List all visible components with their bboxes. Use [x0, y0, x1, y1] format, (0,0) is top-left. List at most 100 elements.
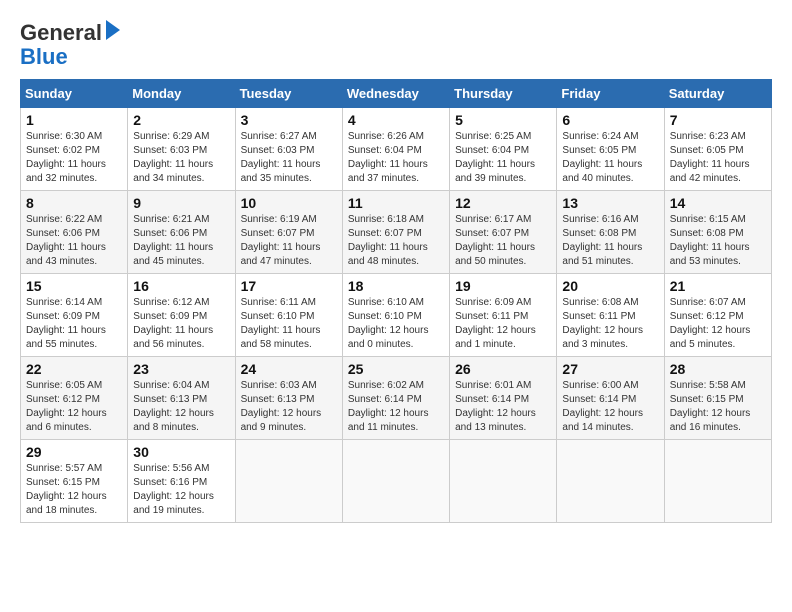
- day-number: 3: [241, 112, 337, 128]
- header-day: Monday: [128, 80, 235, 108]
- logo: General Blue: [20, 20, 120, 69]
- calendar-cell: 1 Sunrise: 6:30 AM Sunset: 6:02 PM Daylig…: [21, 108, 128, 191]
- day-number: 10: [241, 195, 337, 211]
- calendar-cell: 2 Sunrise: 6:29 AM Sunset: 6:03 PM Daylig…: [128, 108, 235, 191]
- calendar-cell: 26Sunrise: 6:01 AM Sunset: 6:14 PM Dayli…: [450, 357, 557, 440]
- day-info: Sunrise: 6:14 AM Sunset: 6:09 PM Dayligh…: [26, 296, 122, 352]
- day-info: Sunrise: 6:21 AM Sunset: 6:06 PM Dayligh…: [133, 213, 229, 269]
- calendar-cell: 24 Sunrise: 6:03 AM Sunset: 6:13 PM Dayli…: [235, 357, 342, 440]
- day-info: Sunrise: 6:17 AM Sunset: 6:07 PM Dayligh…: [455, 213, 551, 269]
- day-number: 12: [455, 195, 551, 211]
- day-number: 1: [26, 112, 122, 128]
- calendar-cell: 15 Sunrise: 6:14 AM Sunset: 6:09 PM Dayli…: [21, 274, 128, 357]
- day-number: 4: [348, 112, 444, 128]
- day-info: Sunrise: 6:09 AM Sunset: 6:11 PM Dayligh…: [455, 296, 551, 352]
- calendar-cell: 9 Sunrise: 6:21 AM Sunset: 6:06 PM Daylig…: [128, 191, 235, 274]
- day-number: 25: [348, 361, 444, 377]
- day-info: Sunrise: 6:29 AM Sunset: 6:03 PM Dayligh…: [133, 130, 229, 186]
- day-info: Sunrise: 6:12 AM Sunset: 6:09 PM Dayligh…: [133, 296, 229, 352]
- calendar-cell: 8 Sunrise: 6:22 AM Sunset: 6:06 PM Daylig…: [21, 191, 128, 274]
- day-number: 28: [670, 361, 766, 377]
- calendar-cell: [557, 440, 664, 523]
- header-row: SundayMondayTuesdayWednesdayThursdayFrid…: [21, 80, 772, 108]
- day-number: 13: [562, 195, 658, 211]
- day-info: Sunrise: 5:56 AM Sunset: 6:16 PM Dayligh…: [133, 462, 229, 518]
- calendar-cell: 27Sunrise: 6:00 AM Sunset: 6:14 PM Dayli…: [557, 357, 664, 440]
- logo-text: General: [20, 20, 120, 45]
- calendar-cell: 13Sunrise: 6:16 AM Sunset: 6:08 PM Dayli…: [557, 191, 664, 274]
- calendar-cell: 23 Sunrise: 6:04 AM Sunset: 6:13 PM Dayli…: [128, 357, 235, 440]
- day-info: Sunrise: 6:08 AM Sunset: 6:11 PM Dayligh…: [562, 296, 658, 352]
- day-info: Sunrise: 5:57 AM Sunset: 6:15 PM Dayligh…: [26, 462, 122, 518]
- calendar-cell: 21 Sunrise: 6:07 AM Sunset: 6:12 PM Dayli…: [664, 274, 771, 357]
- calendar-cell: 18 Sunrise: 6:10 AM Sunset: 6:10 PM Dayli…: [342, 274, 449, 357]
- day-info: Sunrise: 6:07 AM Sunset: 6:12 PM Dayligh…: [670, 296, 766, 352]
- day-number: 6: [562, 112, 658, 128]
- day-number: 20: [562, 278, 658, 294]
- day-number: 5: [455, 112, 551, 128]
- day-number: 2: [133, 112, 229, 128]
- day-number: 24: [241, 361, 337, 377]
- day-number: 29: [26, 444, 122, 460]
- day-number: 30: [133, 444, 229, 460]
- calendar-cell: 3 Sunrise: 6:27 AM Sunset: 6:03 PM Daylig…: [235, 108, 342, 191]
- day-number: 19: [455, 278, 551, 294]
- day-info: Sunrise: 6:19 AM Sunset: 6:07 PM Dayligh…: [241, 213, 337, 269]
- day-info: Sunrise: 6:30 AM Sunset: 6:02 PM Dayligh…: [26, 130, 122, 186]
- day-info: Sunrise: 6:04 AM Sunset: 6:13 PM Dayligh…: [133, 379, 229, 435]
- day-number: 18: [348, 278, 444, 294]
- calendar-table: SundayMondayTuesdayWednesdayThursdayFrid…: [20, 79, 772, 523]
- day-number: 21: [670, 278, 766, 294]
- header-day: Friday: [557, 80, 664, 108]
- day-number: 15: [26, 278, 122, 294]
- day-info: Sunrise: 6:10 AM Sunset: 6:10 PM Dayligh…: [348, 296, 444, 352]
- calendar-cell: 10 Sunrise: 6:19 AM Sunset: 6:07 PM Dayli…: [235, 191, 342, 274]
- calendar-cell: [342, 440, 449, 523]
- calendar-cell: 28 Sunrise: 5:58 AM Sunset: 6:15 PM Dayli…: [664, 357, 771, 440]
- day-info: Sunrise: 6:25 AM Sunset: 6:04 PM Dayligh…: [455, 130, 551, 186]
- day-number: 11: [348, 195, 444, 211]
- day-info: Sunrise: 6:27 AM Sunset: 6:03 PM Dayligh…: [241, 130, 337, 186]
- calendar-cell: 25 Sunrise: 6:02 AM Sunset: 6:14 PM Dayli…: [342, 357, 449, 440]
- day-number: 8: [26, 195, 122, 211]
- header-day: Tuesday: [235, 80, 342, 108]
- day-info: Sunrise: 6:05 AM Sunset: 6:12 PM Dayligh…: [26, 379, 122, 435]
- day-info: Sunrise: 6:24 AM Sunset: 6:05 PM Dayligh…: [562, 130, 658, 186]
- day-number: 27: [562, 361, 658, 377]
- calendar-cell: 5 Sunrise: 6:25 AM Sunset: 6:04 PM Daylig…: [450, 108, 557, 191]
- day-info: Sunrise: 6:02 AM Sunset: 6:14 PM Dayligh…: [348, 379, 444, 435]
- calendar-cell: [235, 440, 342, 523]
- day-info: Sunrise: 6:22 AM Sunset: 6:06 PM Dayligh…: [26, 213, 122, 269]
- calendar-cell: 11Sunrise: 6:18 AM Sunset: 6:07 PM Dayli…: [342, 191, 449, 274]
- calendar-cell: 30 Sunrise: 5:56 AM Sunset: 6:16 PM Dayli…: [128, 440, 235, 523]
- calendar-cell: 14 Sunrise: 6:15 AM Sunset: 6:08 PM Dayli…: [664, 191, 771, 274]
- calendar-cell: [450, 440, 557, 523]
- day-number: 16: [133, 278, 229, 294]
- day-info: Sunrise: 6:26 AM Sunset: 6:04 PM Dayligh…: [348, 130, 444, 186]
- day-info: Sunrise: 5:58 AM Sunset: 6:15 PM Dayligh…: [670, 379, 766, 435]
- day-number: 22: [26, 361, 122, 377]
- header-day: Sunday: [21, 80, 128, 108]
- calendar-cell: 20 Sunrise: 6:08 AM Sunset: 6:11 PM Dayli…: [557, 274, 664, 357]
- calendar-cell: 4 Sunrise: 6:26 AM Sunset: 6:04 PM Daylig…: [342, 108, 449, 191]
- calendar-cell: 29 Sunrise: 5:57 AM Sunset: 6:15 PM Dayli…: [21, 440, 128, 523]
- day-info: Sunrise: 6:11 AM Sunset: 6:10 PM Dayligh…: [241, 296, 337, 352]
- page-header: General Blue: [20, 20, 772, 69]
- calendar-cell: 22 Sunrise: 6:05 AM Sunset: 6:12 PM Dayli…: [21, 357, 128, 440]
- logo-blue: Blue: [20, 44, 68, 69]
- header-day: Saturday: [664, 80, 771, 108]
- calendar-cell: 7 Sunrise: 6:23 AM Sunset: 6:05 PM Daylig…: [664, 108, 771, 191]
- header-day: Thursday: [450, 80, 557, 108]
- calendar-cell: 17Sunrise: 6:11 AM Sunset: 6:10 PM Dayli…: [235, 274, 342, 357]
- day-number: 9: [133, 195, 229, 211]
- calendar-cell: 19 Sunrise: 6:09 AM Sunset: 6:11 PM Dayli…: [450, 274, 557, 357]
- calendar-cell: 6 Sunrise: 6:24 AM Sunset: 6:05 PM Daylig…: [557, 108, 664, 191]
- day-number: 14: [670, 195, 766, 211]
- day-number: 7: [670, 112, 766, 128]
- day-number: 23: [133, 361, 229, 377]
- day-number: 26: [455, 361, 551, 377]
- day-info: Sunrise: 6:03 AM Sunset: 6:13 PM Dayligh…: [241, 379, 337, 435]
- day-info: Sunrise: 6:23 AM Sunset: 6:05 PM Dayligh…: [670, 130, 766, 186]
- day-info: Sunrise: 6:15 AM Sunset: 6:08 PM Dayligh…: [670, 213, 766, 269]
- calendar-cell: [664, 440, 771, 523]
